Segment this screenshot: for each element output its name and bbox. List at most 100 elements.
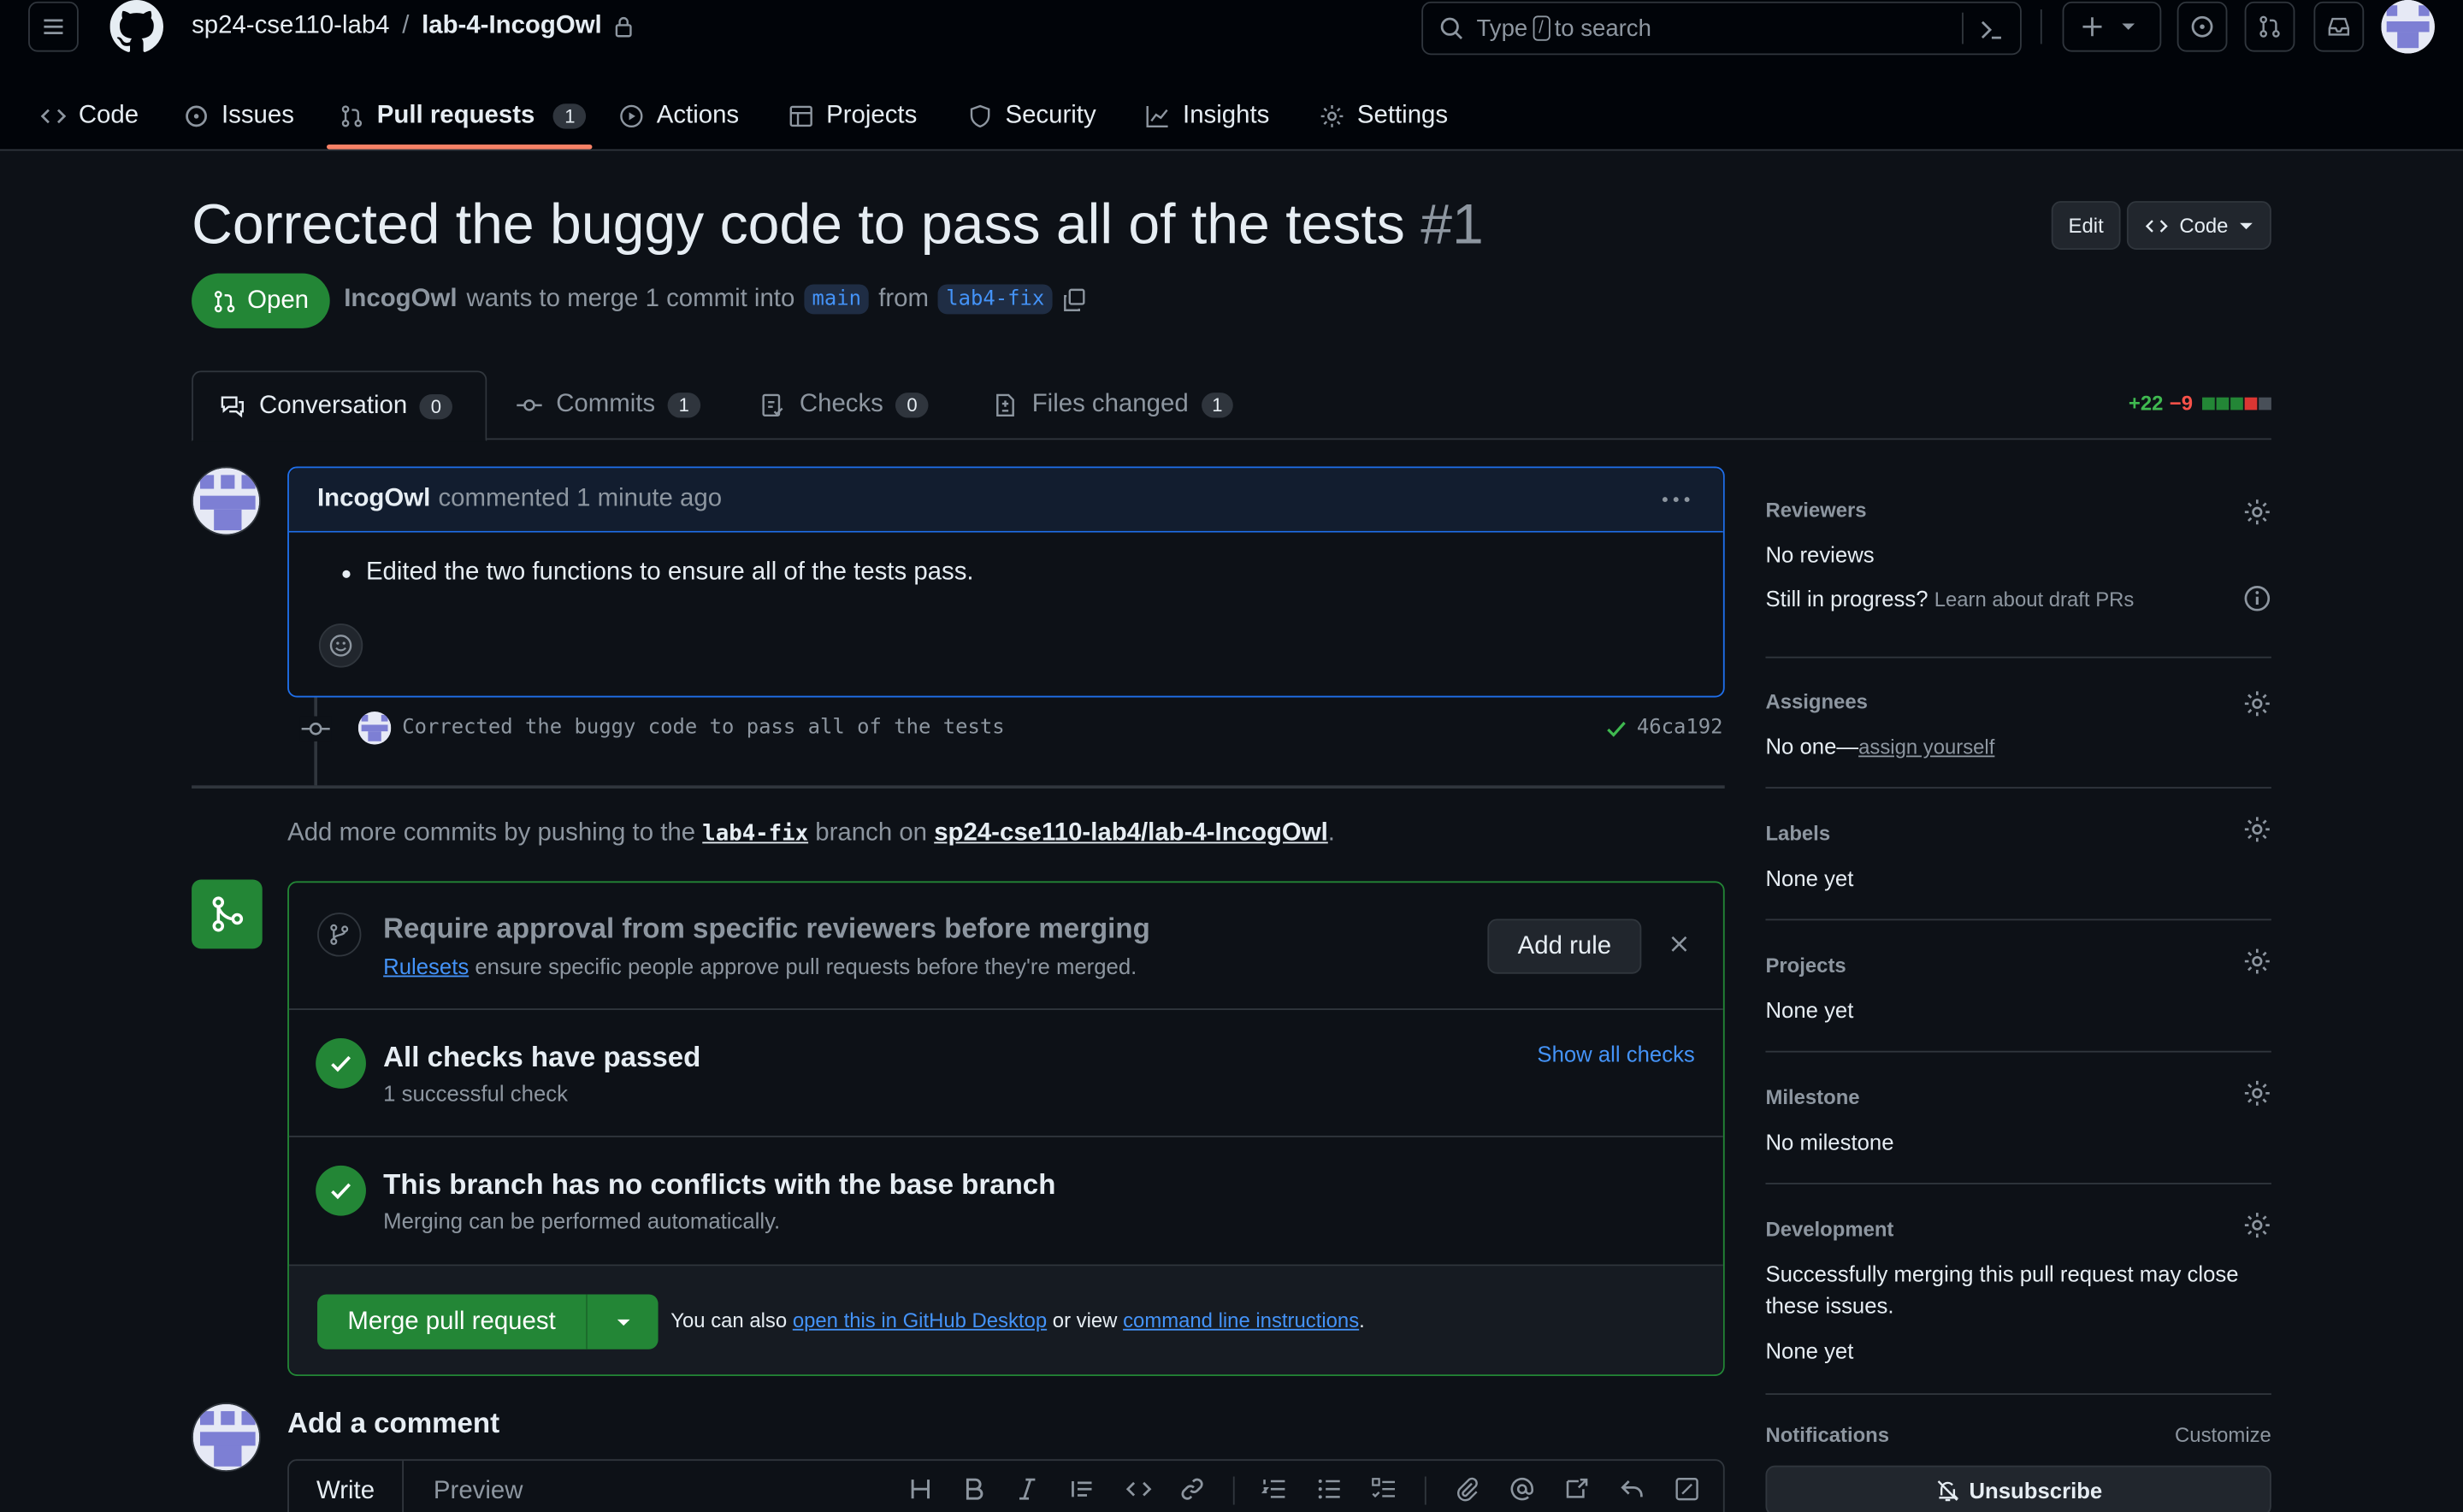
gear-icon[interactable] xyxy=(2243,948,2271,976)
repo-name-link[interactable]: lab-4-IncogOwl xyxy=(422,13,602,41)
kebab-horizontal-icon[interactable] xyxy=(1660,487,1692,511)
write-tab[interactable]: Write xyxy=(289,1461,405,1512)
unordered-list-icon[interactable] xyxy=(1316,1476,1341,1501)
tab-pull-requests[interactable]: Pull requests 1 xyxy=(340,82,587,151)
comment-discussion-icon xyxy=(221,395,244,417)
github-logo[interactable] xyxy=(109,0,164,53)
path-separator: / xyxy=(402,12,410,39)
add-rule-button[interactable]: Add rule xyxy=(1487,918,1642,974)
link-icon[interactable] xyxy=(1179,1476,1204,1501)
repo-owner-link[interactable]: sp24-cse110-lab4 xyxy=(192,13,389,41)
merge-label: Merge pull request xyxy=(347,1308,556,1335)
push-hint-branch[interactable]: lab4-fix xyxy=(702,822,808,847)
checklist-icon xyxy=(762,393,783,417)
branch-icon-wrap xyxy=(317,913,362,957)
git-commit-icon xyxy=(301,722,330,735)
code-icon[interactable] xyxy=(1125,1476,1153,1501)
commit-node xyxy=(299,716,332,741)
base-branch[interactable]: main xyxy=(804,284,870,315)
check-icon[interactable] xyxy=(1605,717,1627,739)
tab-conversation[interactable]: Conversation 0 xyxy=(192,370,487,442)
tab-files-changed[interactable]: Files changed 1 xyxy=(966,370,1259,440)
command-line-link[interactable]: command line instructions xyxy=(1123,1308,1359,1332)
tab-commits[interactable]: Commits 1 xyxy=(490,370,725,440)
bold-icon[interactable] xyxy=(961,1476,986,1501)
mention-icon[interactable] xyxy=(1509,1476,1534,1501)
numbered-list-icon[interactable] xyxy=(1261,1476,1286,1501)
search-placeholder-suffix: to search xyxy=(1554,15,1651,42)
create-new-button[interactable] xyxy=(2062,1,2162,52)
search-shortcut-key: / xyxy=(1532,15,1550,41)
copy-icon[interactable] xyxy=(1061,286,1086,311)
preview-tab[interactable]: Preview xyxy=(434,1478,523,1506)
sidebar-projects: Projects None yet xyxy=(1765,948,2271,1053)
pr-author-link[interactable]: IncogOwl xyxy=(344,285,457,313)
tab-code[interactable]: Code xyxy=(40,82,139,151)
heading-icon[interactable] xyxy=(908,1476,933,1501)
gear-icon[interactable] xyxy=(2243,1211,2271,1239)
tasklist-icon[interactable] xyxy=(1371,1476,1396,1501)
code-dropdown-button[interactable]: Code xyxy=(2126,201,2271,251)
merge-method-dropdown[interactable] xyxy=(588,1294,659,1349)
issues-button[interactable] xyxy=(2177,1,2228,52)
gear-icon[interactable] xyxy=(2243,498,2271,526)
shield-icon xyxy=(970,104,990,128)
paperclip-icon[interactable] xyxy=(1455,1476,1480,1502)
tab-settings[interactable]: Settings xyxy=(1320,82,1448,151)
reply-icon[interactable] xyxy=(1620,1476,1645,1501)
table-icon xyxy=(789,105,812,127)
gear-icon[interactable] xyxy=(2243,689,2271,718)
comment-author[interactable]: IncogOwl xyxy=(317,486,430,514)
tab-actions[interactable]: Actions xyxy=(619,82,739,151)
gear-icon[interactable] xyxy=(2243,1079,2271,1107)
customize-link[interactable]: Customize xyxy=(2175,1423,2271,1447)
tab-checks[interactable]: Checks 0 xyxy=(734,370,954,440)
add-reaction-button[interactable] xyxy=(318,623,363,668)
code-label: Code xyxy=(2179,213,2229,238)
sidebar-development: Development Successfully merging this pu… xyxy=(1765,1211,2271,1395)
comment-author-avatar[interactable] xyxy=(192,466,261,536)
git-pull-request-icon xyxy=(341,105,363,127)
tab-projects[interactable]: Projects xyxy=(789,82,917,151)
unsubscribe-button[interactable]: Unsubscribe xyxy=(1765,1465,2271,1512)
tab-issues[interactable]: Issues xyxy=(184,82,294,151)
show-all-checks-link[interactable]: Show all checks xyxy=(1537,1042,1694,1066)
gear-icon[interactable] xyxy=(2243,815,2271,843)
draft-prs-link[interactable]: Learn about draft PRs xyxy=(1934,588,2135,611)
commit-author-avatar[interactable] xyxy=(357,712,392,745)
inbox-button[interactable] xyxy=(2313,1,2365,52)
files-count: 1 xyxy=(1201,393,1234,418)
current-user-avatar[interactable] xyxy=(192,1403,261,1472)
user-avatar[interactable] xyxy=(2381,0,2435,54)
italic-icon[interactable] xyxy=(1015,1476,1040,1501)
tab-issues-label: Issues xyxy=(221,102,294,129)
push-hint-prefix: Add more commits by pushing to the xyxy=(287,819,696,847)
github-desktop-link[interactable]: open this in GitHub Desktop xyxy=(793,1308,1047,1332)
push-hint-repo-link[interactable]: sp24-cse110-lab4/lab-4-IncogOwl xyxy=(934,820,1328,847)
commit-sha[interactable]: 46ca192 xyxy=(1637,717,1723,741)
merge-pull-request-button[interactable]: Merge pull request xyxy=(317,1294,588,1350)
assign-yourself-link[interactable]: assign yourself xyxy=(1858,735,1994,759)
tab-insights[interactable]: Insights xyxy=(1145,82,1269,151)
menu-button[interactable] xyxy=(28,1,79,52)
info-icon[interactable] xyxy=(2243,584,2271,612)
labels-heading: Labels xyxy=(1765,821,1831,846)
assignees-heading: Assignees xyxy=(1765,689,1868,713)
git-merge-icon xyxy=(211,896,243,932)
edit-title-button[interactable]: Edit xyxy=(2051,201,2121,251)
head-branch[interactable]: lab4-fix xyxy=(938,284,1053,315)
rulesets-link[interactable]: Rulesets xyxy=(383,954,469,978)
commit-message-link[interactable]: Corrected the buggy code to pass all of … xyxy=(402,717,1004,741)
projects-value: None yet xyxy=(1765,997,1854,1023)
tab-security[interactable]: Security xyxy=(967,82,1096,151)
command-palette-icon[interactable] xyxy=(1979,17,2004,42)
pull-requests-button[interactable] xyxy=(2244,1,2295,52)
fullscreen-icon[interactable] xyxy=(1674,1476,1699,1501)
cross-reference-icon[interactable] xyxy=(1564,1476,1589,1501)
quote-icon[interactable] xyxy=(1070,1476,1095,1501)
search-input[interactable]: Type / to search xyxy=(1421,1,2022,56)
comment-timestamp[interactable]: commented 1 minute ago xyxy=(438,486,722,514)
close-icon[interactable] xyxy=(1669,933,1691,955)
smiley-icon xyxy=(329,635,352,657)
draft-hint: Still in progress? Learn about draft PRs xyxy=(1765,586,2134,611)
